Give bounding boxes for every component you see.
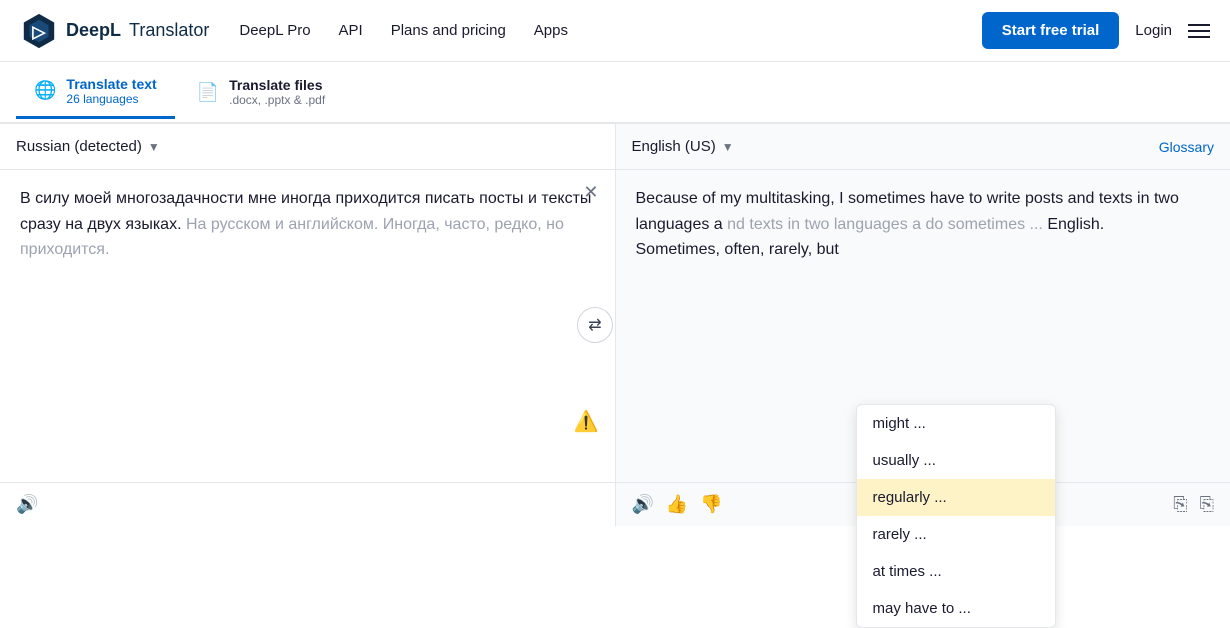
thumbs-down-icon[interactable]: 👎 [700,494,722,515]
tabs-bar: 🌐 Translate text 26 languages 📄 Translat… [0,62,1230,124]
swap-languages-button[interactable]: ⇄ [577,307,613,343]
header-actions: Start free trial Login [982,12,1210,49]
source-panel: Russian (detected) ▼ ✕ В силу моей много… [0,124,616,526]
nav-deepl-pro[interactable]: DeepL Pro [239,22,310,39]
svg-text:▷: ▷ [31,22,46,41]
deepl-logo-icon: ▷ [20,12,58,50]
main-nav: DeepL Pro API Plans and pricing Apps [239,22,981,39]
dropdown-item-rarely[interactable]: rarely ... [857,516,1055,553]
target-chevron-down-icon: ▼ [722,140,734,154]
tab-text-label: Translate text [66,76,156,92]
copy-icon[interactable]: ⎘ [1173,494,1187,515]
source-lang-label: Russian (detected) [16,138,142,155]
swap-icon: ⇄ [588,315,601,335]
dropdown-item-may-have[interactable]: may have to ... [857,590,1055,627]
share-icon[interactable]: ⎘ [1200,494,1214,515]
source-panel-header: Russian (detected) ▼ [0,124,615,170]
error-icon: ⚠️ [574,406,599,438]
login-button[interactable]: Login [1135,22,1172,39]
clear-text-button[interactable]: ✕ [583,182,598,203]
target-speaker-icon[interactable]: 🔊 [632,494,654,515]
dropdown-item-might[interactable]: might ... [857,405,1055,442]
dropdown-item-usually[interactable]: usually ... [857,442,1055,479]
header: ▷ DeepL Translator DeepL Pro API Plans a… [0,0,1230,62]
source-lang-selector[interactable]: Russian (detected) ▼ [16,138,160,155]
logo-area[interactable]: ▷ DeepL Translator [20,12,209,50]
file-icon: 📄 [197,82,219,103]
alternatives-dropdown: might ... usually ... regularly ... rare… [856,404,1056,628]
tab-translate-text[interactable]: 🌐 Translate text 26 languages [16,65,175,119]
glossary-button[interactable]: Glossary [1159,139,1214,155]
logo-brand: DeepL [66,20,121,41]
dropdown-item-regularly[interactable]: regularly ... [857,479,1055,516]
source-panel-footer: 🔊 [0,482,615,526]
tab-translate-files[interactable]: 📄 Translate files .docx, .pptx & .pdf [179,65,343,119]
tab-files-sublabel: .docx, .pptx & .pdf [229,93,325,107]
nav-plans[interactable]: Plans and pricing [391,22,506,39]
chevron-down-icon: ▼ [148,140,160,154]
target-panel: English (US) ▼ Glossary Because of my mu… [616,124,1230,526]
thumbs-up-icon[interactable]: 👍 [666,494,688,515]
translator-area: Russian (detected) ▼ ✕ В силу моей много… [0,124,1230,526]
target-panel-header: English (US) ▼ Glossary [616,124,1230,170]
nav-apps[interactable]: Apps [534,22,568,39]
tab-files-label: Translate files [229,77,325,93]
target-lang-selector[interactable]: English (US) ▼ [632,138,734,155]
source-text-area[interactable]: ✕ В силу моей многозадачности мне иногда… [0,170,615,482]
logo-product: Translator [129,20,209,41]
nav-api[interactable]: API [339,22,363,39]
speaker-icon[interactable]: 🔊 [16,494,38,515]
dropdown-item-at-times[interactable]: at times ... [857,553,1055,590]
start-trial-button[interactable]: Start free trial [982,12,1120,49]
hamburger-menu-icon[interactable] [1188,24,1210,38]
globe-icon: 🌐 [34,80,56,101]
tab-text-sublabel: 26 languages [66,92,156,106]
target-lang-label: English (US) [632,138,716,155]
